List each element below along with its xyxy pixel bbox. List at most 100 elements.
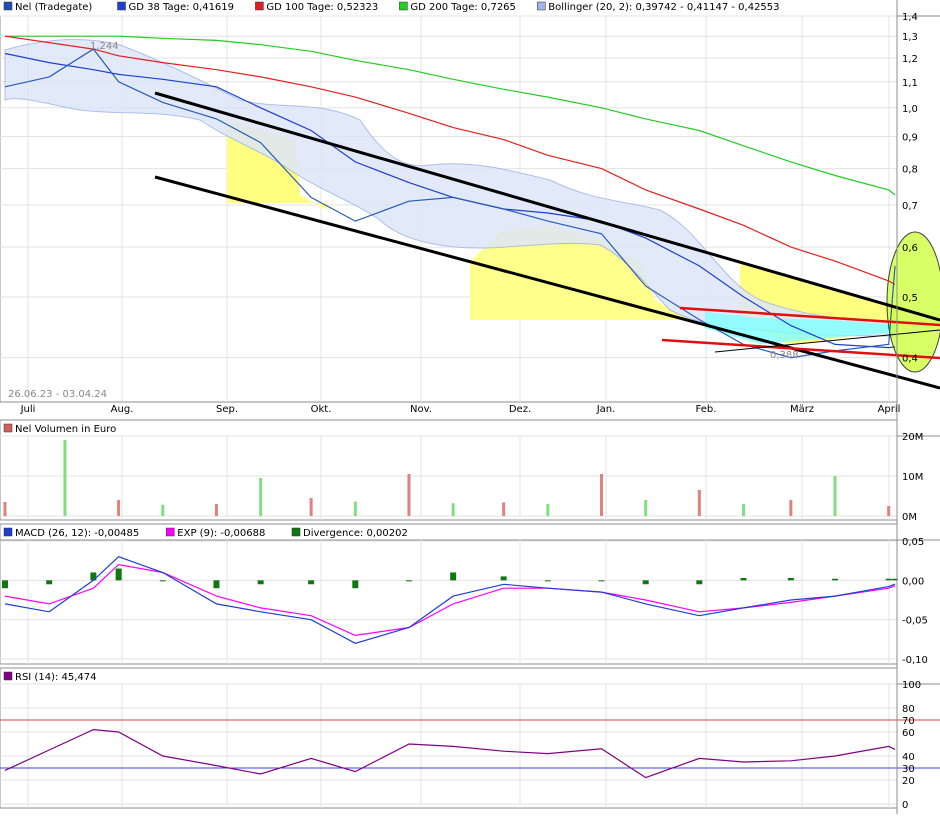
macd-panel: 0,05 0,00 -0,05 -0,10 MACD (26, 12): -0,004… [0, 523, 940, 666]
y-tick-label: 0,5 [902, 293, 918, 304]
volume-y-axis: 20M 10M 0M [902, 432, 923, 523]
legend-swatch [3, 1, 13, 11]
legend-label: Nel (Tradegate) [15, 2, 92, 13]
divergence-bar [2, 580, 8, 589]
divergence-bar [544, 580, 551, 582]
volume-bar [451, 503, 455, 516]
rsi-legend: RSI (14): 45,474 [3, 671, 97, 683]
divergence-bar [308, 580, 315, 585]
volume-bar [3, 502, 7, 516]
legend-label: RSI (14): 45,474 [15, 672, 97, 683]
y-tick-label: 0,7 [902, 201, 918, 212]
volume-bar [259, 478, 263, 516]
rsi-panel: 100 807060 403020 0 RSI (14): 45,474 [0, 667, 940, 811]
y-tick-label: 0,6 [902, 243, 918, 254]
y-tick-label: 20M [902, 432, 923, 443]
y-tick-label: 80 [902, 704, 915, 715]
legend-swatch [291, 527, 301, 537]
legend-label: MACD (26, 12): -0,00485 [15, 528, 139, 539]
divergence-bar [352, 580, 359, 589]
y-tick-label: 10M [902, 472, 923, 483]
volume-bar [599, 474, 603, 516]
legend-swatch [117, 1, 126, 11]
legend-swatch [3, 671, 13, 681]
volume-bar [887, 506, 891, 516]
y-tick-label: 1,3 [902, 32, 918, 43]
volume-bar [742, 504, 746, 516]
divergence-bar [598, 580, 605, 582]
divergence-bar [787, 577, 794, 581]
y-tick-label: 0M [902, 512, 917, 523]
max-label: 1,244 [90, 41, 119, 52]
y-tick-label: 40 [902, 752, 915, 763]
divergence-bar [642, 580, 649, 585]
volume-bar [353, 501, 357, 516]
divergence-bar [115, 568, 122, 581]
y-tick-label: 0 [902, 800, 908, 811]
volume-bar [407, 474, 411, 516]
legend-label: Nel Volumen in Euro [15, 424, 116, 435]
legend-swatch [255, 1, 264, 11]
volume-legend: Nel Volumen in Euro [3, 423, 116, 435]
legend-swatch [166, 527, 175, 537]
legend-label: GD 100 Tage: 0,52323 [266, 2, 378, 13]
stock-chart: 1,244 0,388 26.06.23 - 03.04.24 1,4 1,3 1,… [0, 0, 940, 814]
volume-bar [789, 500, 793, 516]
macd-y-axis: 0,05 0,00 -0,05 -0,10 [902, 537, 928, 666]
volume-bar [309, 498, 313, 516]
x-tick-label: März [790, 404, 814, 415]
y-tick-label: 30 [902, 764, 915, 775]
y-tick-label: 100 [902, 680, 921, 691]
x-tick-label: Jan. [596, 404, 616, 415]
x-tick-label: Juli [20, 404, 36, 415]
divergence-bar [740, 577, 747, 581]
divergence-bar [46, 580, 53, 585]
y-tick-label: 20 [902, 776, 915, 787]
divergence-bar [832, 578, 839, 581]
volume-bar [161, 504, 165, 516]
divergence-bar [257, 580, 264, 585]
volume-bar [697, 490, 701, 516]
x-tick-label: Okt. [311, 404, 332, 415]
y-tick-label: 0,05 [902, 537, 924, 548]
y-tick-label: 0,9 [902, 133, 918, 144]
divergence-bar [159, 580, 166, 582]
x-tick-label: Feb. [696, 404, 717, 415]
legend-label: Bollinger (20, 2): 0,39742 - 0,41147 - 0… [548, 2, 779, 13]
volume-bar [644, 500, 648, 516]
legend-label: EXP (9): -0,00688 [177, 528, 265, 539]
y-tick-label: 0,00 [902, 576, 924, 587]
y-tick-label: 60 [902, 728, 915, 739]
divergence-bar [885, 578, 892, 581]
legend-label: GD 38 Tage: 0,41619 [129, 2, 235, 13]
divergence-bar [696, 580, 703, 585]
x-tick-label: Sep. [216, 404, 238, 415]
legend-swatch [3, 423, 13, 433]
y-tick-label: -0,10 [902, 655, 928, 666]
legend-swatch [3, 527, 13, 537]
volume-bar [117, 500, 121, 516]
divergence-bar [500, 576, 507, 581]
y-tick-label: -0,05 [902, 616, 928, 627]
volume-panel: 20M 10M 0M Nel Volumen in Euro [0, 419, 940, 523]
price-panel: 1,244 0,388 26.06.23 - 03.04.24 1,4 1,3 1,… [0, 0, 940, 415]
divergence-bar [213, 580, 220, 589]
x-tick-label: Nov. [410, 404, 432, 415]
price-x-axis: Juli Aug. Sep. Okt. Nov. Dez. Jan. Feb. März Apri… [20, 404, 901, 415]
date-range: 26.06.23 - 03.04.24 [8, 389, 107, 400]
divergence-bar [450, 572, 457, 581]
legend-label: GD 200 Tage: 0,7265 [410, 2, 516, 13]
rsi-y-axis: 100 807060 403020 0 [902, 680, 921, 811]
y-tick-label: 1,0 [902, 104, 918, 115]
y-tick-label: 1,1 [902, 78, 918, 89]
y-tick-label: 1,4 [902, 12, 918, 23]
volume-bar [833, 476, 837, 516]
volume-bar [63, 440, 67, 516]
macd-legend: MACD (26, 12): -0,00485 EXP (9): -0,00688… [3, 527, 408, 539]
x-tick-label: Dez. [509, 404, 531, 415]
legend-swatch [399, 1, 408, 11]
chart-root: 1,244 0,388 26.06.23 - 03.04.24 1,4 1,3 1,… [0, 0, 940, 814]
volume-bar [214, 504, 218, 516]
volume-bar [502, 502, 506, 516]
y-tick-label: 0,8 [902, 165, 918, 176]
